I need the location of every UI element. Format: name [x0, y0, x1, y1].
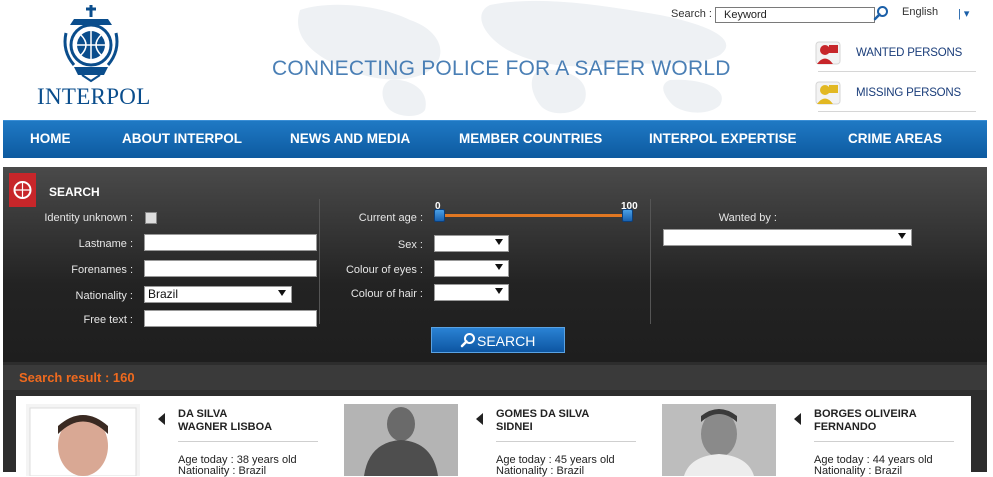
caret-left-icon [794, 413, 801, 425]
interpol-emblem-icon[interactable] [60, 3, 122, 83]
colour-of-hair-label: Colour of hair : [350, 288, 423, 300]
search-form: SEARCH Identity unknown : Lastname : For… [3, 167, 987, 362]
age-min-handle[interactable] [434, 209, 445, 222]
wanted-by-label: Wanted by : [718, 212, 777, 224]
identity-unknown-label: Identity unknown : [44, 212, 133, 224]
wanted-persons-label: WANTED PERSONS [856, 47, 963, 59]
main-nav: HOME ABOUT INTERPOL NEWS AND MEDIA MEMBE… [3, 120, 987, 158]
search-result-count: Search result : 160 [19, 370, 135, 385]
person-name[interactable]: BORGES OLIVEIRA FERNANDO [814, 408, 917, 434]
search-button[interactable]: SEARCH [431, 327, 565, 353]
results-list: DA SILVA WAGNER LISBOA Age today : 38 ye… [16, 396, 971, 477]
search-icon [460, 333, 475, 348]
person-surname: GOMES DA SILVA [496, 408, 590, 420]
search-panel-title: SEARCH [49, 185, 100, 199]
lastname-input[interactable] [144, 234, 317, 251]
result-bar [3, 365, 987, 390]
person-photo[interactable] [662, 404, 776, 476]
divider [814, 441, 954, 442]
person-photo[interactable] [26, 404, 140, 476]
nationality-label: Nationality : [75, 290, 133, 302]
chevron-down-icon [495, 264, 503, 270]
wanted-person-icon [815, 41, 841, 65]
wanted-by-select[interactable] [663, 229, 912, 246]
logo-text[interactable]: INTERPOL [37, 84, 151, 110]
nav-item-home[interactable]: HOME [30, 131, 71, 146]
person-photo[interactable] [344, 404, 458, 476]
lastname-label: Lastname : [78, 238, 133, 250]
person-surname: DA SILVA [178, 408, 228, 420]
person-forenames: FERNANDO [814, 421, 877, 433]
missing-person-icon [815, 81, 841, 105]
person-surname: BORGES OLIVEIRA [814, 408, 917, 420]
person-forenames: WAGNER LISBOA [178, 421, 273, 433]
current-age-label: Current age : [358, 212, 423, 224]
nav-item-member-countries[interactable]: MEMBER COUNTRIES [459, 131, 602, 146]
search-label: Search : [671, 8, 712, 20]
free-text-label: Free text : [83, 314, 133, 326]
age-slider-track[interactable] [437, 214, 633, 217]
result-card[interactable]: DA SILVA WAGNER LISBOA Age today : 38 ye… [16, 396, 334, 477]
nav-item-news-and-media[interactable]: NEWS AND MEDIA [290, 131, 410, 146]
divider [818, 71, 976, 72]
nationality-value: Brazil [148, 287, 179, 301]
result-card[interactable]: BORGES OLIVEIRA FERNANDO Age today : 44 … [652, 396, 970, 477]
wanted-persons-link[interactable]: WANTED PERSONS [814, 40, 978, 68]
person-name[interactable]: GOMES DA SILVA SIDNEI [496, 408, 589, 434]
column-divider [650, 199, 651, 324]
divider [496, 441, 636, 442]
search-input[interactable] [715, 7, 875, 23]
caret-left-icon [476, 413, 483, 425]
column-divider [319, 199, 320, 324]
chevron-down-icon [898, 233, 906, 239]
person-nationality: Nationality : Brazil [178, 465, 267, 477]
search-icon[interactable] [873, 5, 889, 21]
colour-of-hair-select[interactable] [434, 284, 509, 301]
search-button-label: SEARCH [477, 333, 536, 349]
divider [178, 441, 318, 442]
forenames-input[interactable] [144, 260, 317, 277]
header: INTERPOL CONNECTING POLICE FOR A SAFER W… [0, 0, 993, 120]
missing-persons-label: MISSING PERSONS [856, 87, 961, 99]
nav-item-about-interpol[interactable]: ABOUT INTERPOL [122, 131, 242, 146]
language-dropdown-icon[interactable]: | ▾ [958, 7, 969, 20]
chevron-down-icon [278, 290, 286, 296]
age-max-handle[interactable] [622, 209, 633, 222]
missing-persons-link[interactable]: MISSING PERSONS [814, 80, 978, 108]
language-selector[interactable]: English [902, 6, 938, 18]
sex-select[interactable] [434, 235, 509, 252]
identity-unknown-checkbox[interactable] [145, 212, 157, 224]
result-card[interactable]: GOMES DA SILVA SIDNEI Age today : 45 yea… [334, 396, 652, 477]
sex-label: Sex : [397, 239, 423, 251]
chevron-down-icon [495, 288, 503, 294]
caret-left-icon [158, 413, 165, 425]
person-forenames: SIDNEI [496, 421, 533, 433]
person-name[interactable]: DA SILVA WAGNER LISBOA [178, 408, 272, 434]
chevron-down-icon [495, 239, 503, 245]
nationality-select[interactable]: Brazil [144, 286, 292, 303]
free-text-input[interactable] [144, 310, 317, 327]
divider [818, 111, 976, 112]
nav-item-interpol-expertise[interactable]: INTERPOL EXPERTISE [649, 131, 797, 146]
person-nationality: Nationality : Brazil [814, 465, 903, 477]
nav-item-crime-areas[interactable]: CRIME AREAS [848, 131, 942, 146]
forenames-label: Forenames : [71, 264, 133, 276]
search-panel: SEARCH Identity unknown : Lastname : For… [3, 167, 987, 477]
person-nationality: Nationality : Brazil [496, 465, 585, 477]
tagline: CONNECTING POLICE FOR A SAFER WORLD [272, 57, 731, 80]
colour-of-eyes-select[interactable] [434, 260, 509, 277]
interpol-search-icon [9, 173, 36, 207]
colour-of-eyes-label: Colour of eyes : [345, 264, 423, 276]
